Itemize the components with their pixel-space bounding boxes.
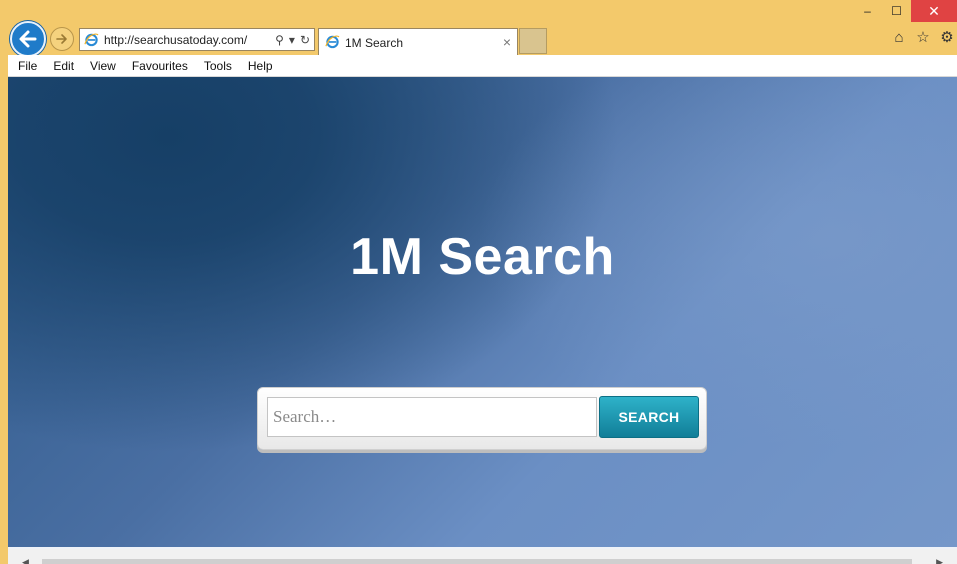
scroll-left-arrow-icon[interactable]: ◀ xyxy=(22,557,29,564)
menu-bar: File Edit View Favourites Tools Help xyxy=(8,55,957,77)
address-bar[interactable]: http://searchusatoday.com/ ⚲ ▾ ↻ xyxy=(79,28,315,51)
settings-gear-icon[interactable]: ⚙ xyxy=(937,28,957,48)
refresh-icon[interactable]: ↻ xyxy=(300,31,310,49)
arrow-left-icon xyxy=(19,30,37,48)
scroll-right-arrow-icon[interactable]: ▶ xyxy=(936,557,943,564)
menu-help[interactable]: Help xyxy=(248,59,273,73)
menu-file[interactable]: File xyxy=(18,59,37,73)
close-window-button[interactable]: ✕ xyxy=(911,0,957,22)
forward-button[interactable] xyxy=(50,27,74,51)
browser-chrome: http://searchusatoday.com/ ⚲ ▾ ↻ 1M Sear… xyxy=(0,0,957,57)
menu-favourites[interactable]: Favourites xyxy=(132,59,188,73)
menu-edit[interactable]: Edit xyxy=(53,59,74,73)
close-tab-icon[interactable]: × xyxy=(503,34,511,50)
search-box: SEARCH xyxy=(257,387,707,450)
back-button[interactable] xyxy=(10,21,46,57)
tab-title: 1M Search xyxy=(345,36,404,50)
menu-tools[interactable]: Tools xyxy=(204,59,232,73)
tab-1m-search[interactable]: 1M Search × xyxy=(318,28,518,55)
address-tools: ⚲ ▾ ↻ xyxy=(275,31,310,49)
page-content: 1M Search SEARCH xyxy=(8,77,957,547)
address-url[interactable]: http://searchusatoday.com/ xyxy=(104,33,247,47)
chevron-down-icon[interactable]: ▾ xyxy=(289,31,295,49)
browser-toolbar: ⌂ ☆ ⚙ xyxy=(889,28,957,48)
arrow-right-icon xyxy=(56,34,67,44)
window-controls: – ☐ ✕ xyxy=(853,0,957,24)
home-icon[interactable]: ⌂ xyxy=(889,28,909,48)
maximize-button[interactable]: ☐ xyxy=(882,0,911,22)
scrollbar-thumb[interactable] xyxy=(42,559,912,564)
minimize-button[interactable]: – xyxy=(853,0,882,22)
ie-logo-icon xyxy=(84,33,99,47)
ie-logo-icon xyxy=(325,35,340,49)
search-input[interactable] xyxy=(267,397,597,437)
menu-view[interactable]: View xyxy=(90,59,116,73)
new-tab-button[interactable] xyxy=(519,28,547,54)
horizontal-scrollbar[interactable]: ◀ ▶ xyxy=(8,549,957,564)
search-button[interactable]: SEARCH xyxy=(599,396,699,438)
favorites-star-icon[interactable]: ☆ xyxy=(913,28,933,48)
page-title: 1M Search xyxy=(350,228,615,286)
search-icon[interactable]: ⚲ xyxy=(275,31,284,49)
